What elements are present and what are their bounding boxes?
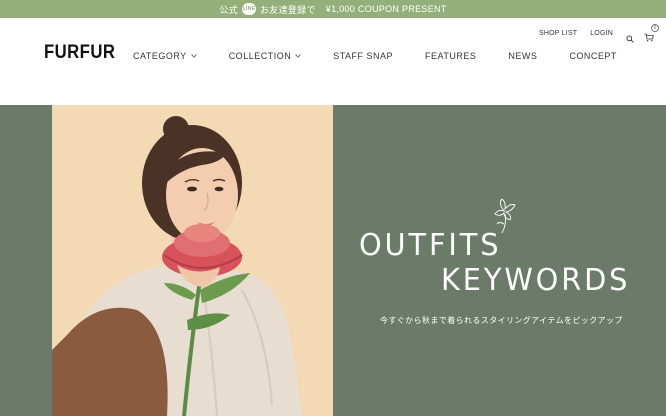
login-link[interactable]: LOGIN [590,30,613,37]
banner-coupon: ¥1,000 COUPON PRESENT [325,4,447,14]
nav-concept[interactable]: CONCEPT [569,51,617,61]
search-icon[interactable] [626,30,634,43]
nav-category[interactable]: CATEGORY [133,51,197,61]
nav-label: STAFF SNAP [333,51,394,61]
site-logo[interactable]: FURFUR [44,42,115,64]
nav-staff-snap[interactable]: STAFF SNAP [333,51,393,61]
site-header: FURFUR SHOP LIST LOGIN 0 CATEGORY COLLEC… [0,18,666,105]
nav-label: COLLECTION [228,51,292,61]
nav-label: CONCEPT [569,51,617,61]
banner-middle: お友達登録で [259,4,316,15]
cart-button[interactable]: 0 [644,24,659,42]
hero-subtitle: 今すぐから秋まで着られるスタイリングアイテムをピックアップ [380,316,623,325]
line-icon: LINE [241,3,256,15]
main-nav: CATEGORY COLLECTION STAFF SNAP FEATURES … [133,51,617,61]
nav-collection[interactable]: COLLECTION [229,51,302,61]
utility-nav: SHOP LIST LOGIN 0 [526,24,659,43]
hero-title-line2: KEYWORDS [441,263,631,298]
hero-title-line1: OUTFITS [359,228,502,263]
nav-features[interactable]: FEATURES [425,51,476,61]
cart-count-badge: 0 [651,24,659,32]
chevron-down-icon [295,54,301,58]
hero-text-block: OUTFITS KEYWORDS 今すぐから秋まで着られるスタイリングアイテムを… [333,105,666,416]
shop-list-link[interactable]: SHOP LIST [539,30,577,37]
nav-label: CATEGORY [133,51,187,61]
line-coupon-banner[interactable]: 公式 LINE お友達登録で ¥1,000 COUPON PRESENT [0,0,666,18]
nav-label: FEATURES [425,51,477,61]
nav-label: NEWS [508,51,538,61]
chevron-down-icon [190,54,197,58]
hero-photo [52,105,333,416]
cart-icon [644,33,654,42]
nav-news[interactable]: NEWS [508,51,537,61]
hero-banner[interactable]: OUTFITS KEYWORDS 今すぐから秋まで着られるスタイリングアイテムを… [0,105,666,416]
banner-prefix: 公式 [219,4,238,15]
